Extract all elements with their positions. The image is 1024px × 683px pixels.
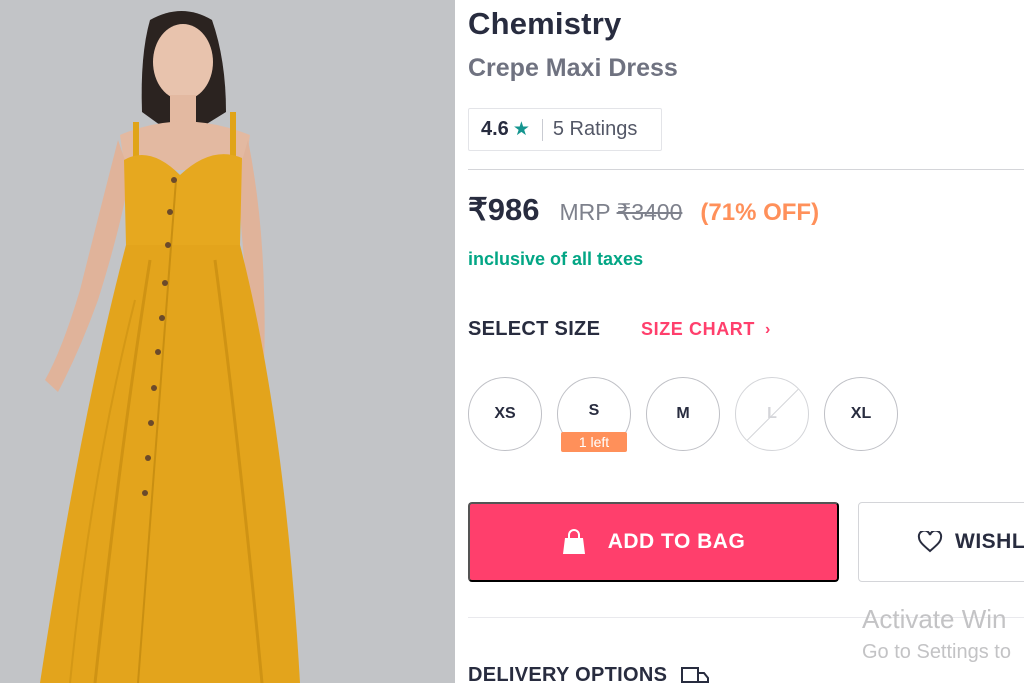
activation-watermark-subtitle: Go to Settings to [862, 641, 1011, 663]
product-image[interactable] [0, 0, 455, 683]
truck-icon [681, 665, 710, 683]
add-to-bag-label: ADD TO BAG [607, 530, 746, 553]
unavailable-strike [742, 383, 804, 446]
wishlist-button[interactable]: WISHL [858, 502, 1024, 582]
bag-icon [562, 529, 586, 555]
rating-count: 5 Ratings [552, 118, 638, 140]
section-divider [468, 169, 1024, 170]
star-icon: ★ [512, 119, 530, 140]
size-chart-link[interactable]: SIZE CHART › [641, 319, 771, 340]
ratings-summary[interactable]: 4.6 ★ 5 Ratings [468, 108, 662, 151]
price-row: ₹986 MRP ₹3400 (71% OFF) [468, 192, 819, 228]
product-name: Crepe Maxi Dress [468, 54, 678, 82]
rating-separator [541, 118, 543, 141]
mrp-label: MRP [559, 199, 611, 225]
mrp-value: ₹3400 [616, 199, 683, 225]
chevron-right-icon: › [765, 320, 771, 338]
activation-watermark-title: Activate Win [862, 604, 1007, 634]
discount-badge: (71% OFF) [700, 199, 820, 226]
size-option-m[interactable]: M [646, 377, 720, 451]
wishlist-label: WISHL [955, 530, 1024, 553]
heart-icon [917, 531, 943, 553]
size-option-xs[interactable]: XS [468, 377, 542, 451]
rating-value: 4.6 [481, 118, 509, 140]
size-label: M [676, 405, 690, 422]
size-option-xl[interactable]: XL [824, 377, 898, 451]
add-to-bag-button[interactable]: ADD TO BAG [468, 502, 839, 582]
size-label: XL [850, 405, 872, 422]
tax-note: inclusive of all taxes [468, 249, 644, 269]
product-photo [0, 0, 455, 683]
size-option-l: L [735, 377, 809, 451]
size-label: S [588, 402, 600, 419]
brand-name: Chemistry [468, 6, 622, 41]
low-stock-badge: 1 left [561, 432, 627, 452]
delivery-options-heading: DELIVERY OPTIONS [468, 664, 710, 683]
size-chart-label: SIZE CHART [641, 319, 755, 339]
delivery-options-label: DELIVERY OPTIONS [468, 664, 668, 683]
select-size-heading: SELECT SIZE [468, 318, 601, 340]
selling-price: ₹986 [468, 192, 540, 227]
size-label: XS [494, 405, 516, 422]
